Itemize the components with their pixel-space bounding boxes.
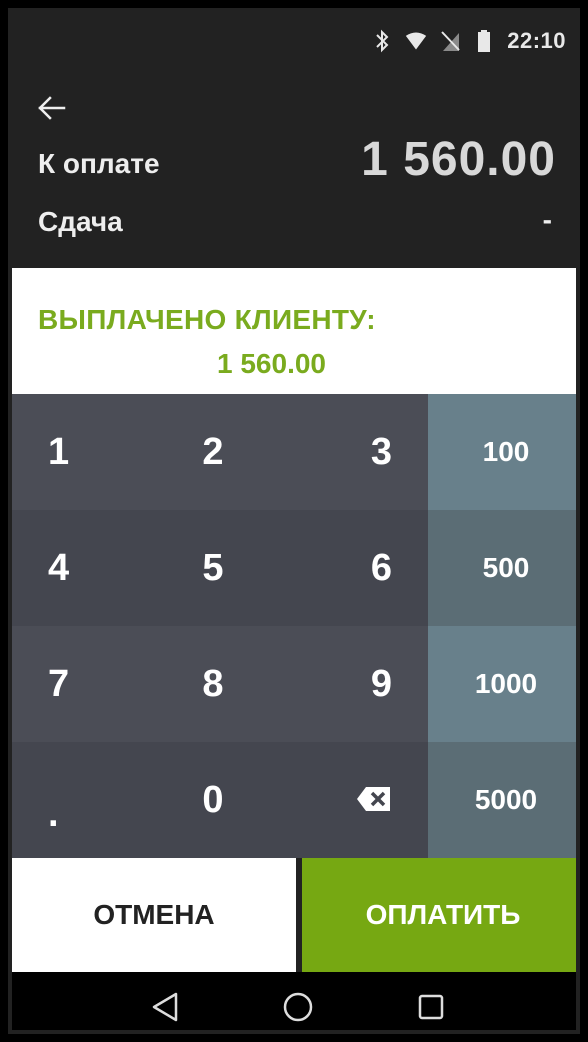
status-bar: 22:10 (12, 12, 576, 70)
key-3[interactable]: 3 (280, 394, 428, 510)
action-bar: ОТМЕНА ОПЛАТИТЬ (12, 858, 576, 972)
keypad: 1 2 3 100 4 5 6 500 7 8 9 1000 . 0 5000 (12, 394, 576, 858)
quick-amount-100[interactable]: 100 (428, 394, 576, 510)
status-time: 22:10 (507, 28, 566, 53)
key-8[interactable]: 8 (146, 626, 280, 742)
key-decimal[interactable]: . (12, 742, 146, 858)
bluetooth-icon (371, 29, 393, 53)
payment-header: К оплате 1 560.00 Сдача - (12, 70, 576, 268)
no-sim-icon (439, 29, 461, 53)
quick-amount-1000[interactable]: 1000 (428, 626, 576, 742)
cancel-button[interactable]: ОТМЕНА (12, 858, 296, 972)
to-pay-label: К оплате (38, 148, 160, 179)
change-label: Сдача (38, 206, 123, 237)
key-5[interactable]: 5 (146, 510, 280, 626)
quick-amount-500[interactable]: 500 (428, 510, 576, 626)
key-7[interactable]: 7 (12, 626, 146, 742)
arrow-left-icon[interactable] (34, 90, 74, 126)
change-value: - (542, 204, 552, 235)
key-1[interactable]: 1 (12, 394, 146, 510)
back-triangle-icon[interactable] (145, 987, 185, 1027)
pay-button[interactable]: ОПЛАТИТЬ (302, 858, 576, 972)
key-9[interactable]: 9 (280, 626, 428, 742)
wifi-icon (405, 29, 427, 53)
paid-panel: ВЫПЛАЧЕНО КЛИЕНТУ: 1 560.00 (12, 268, 576, 394)
battery-icon (473, 29, 495, 53)
key-0[interactable]: 0 (146, 742, 280, 858)
backspace-icon (356, 779, 392, 822)
key-6[interactable]: 6 (280, 510, 428, 626)
key-4[interactable]: 4 (12, 510, 146, 626)
quick-amount-5000[interactable]: 5000 (428, 742, 576, 858)
home-circle-icon[interactable] (278, 987, 318, 1027)
recents-square-icon[interactable] (411, 987, 451, 1027)
paid-title: ВЫПЛАЧЕНО КЛИЕНТУ: (38, 304, 376, 335)
backspace-button[interactable] (280, 742, 428, 858)
system-nav-bar (12, 972, 576, 1030)
to-pay-value: 1 560.00 (361, 133, 556, 186)
paid-amount: 1 560.00 (217, 348, 326, 379)
screen: 22:10 К оплате 1 560.00 Сдача - ВЫПЛАЧЕН… (12, 12, 576, 1030)
key-2[interactable]: 2 (146, 394, 280, 510)
device-frame: 22:10 К оплате 1 560.00 Сдача - ВЫПЛАЧЕН… (0, 0, 588, 1042)
